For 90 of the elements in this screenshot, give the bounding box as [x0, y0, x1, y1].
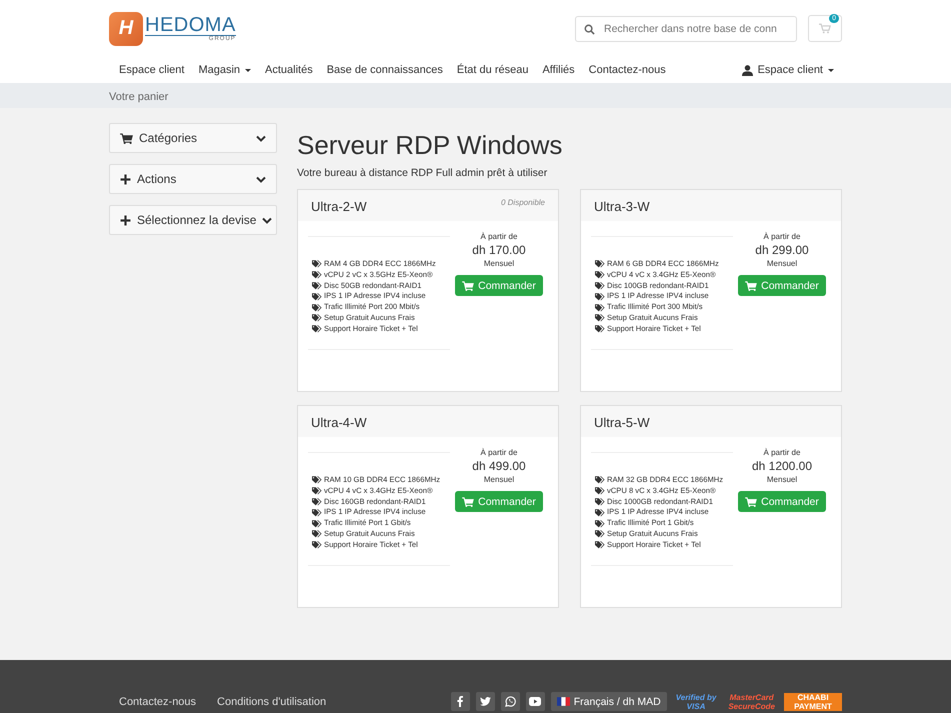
user-icon: [742, 64, 753, 76]
tag-icon: [595, 520, 605, 528]
chevron-down-icon: [256, 176, 266, 182]
tag-icon: [312, 260, 322, 268]
nav-link[interactable]: Affiliés: [536, 64, 583, 76]
payment-logo: MasterCard SecureCode: [727, 692, 776, 710]
plus-icon: [120, 174, 131, 184]
page-title: Serveur RDP Windows: [297, 130, 564, 161]
nav-link[interactable]: État du réseau: [450, 64, 536, 76]
social-button[interactable]: [500, 692, 520, 711]
stock-label: 0 Disponible: [500, 198, 545, 207]
tag-icon: [312, 487, 322, 496]
page-subtitle: Votre bureau à distance RDP Full admin prêt à utiliser: [297, 167, 548, 179]
account-menu[interactable]: Espace client: [732, 64, 842, 76]
cart-icon: [462, 280, 474, 290]
product-name: Ultra-2-W: [311, 199, 367, 214]
tag-icon: [312, 271, 322, 280]
tag-icon: [595, 498, 605, 506]
price-prefix: À partir de: [764, 448, 800, 457]
tag-icon: [312, 292, 322, 301]
tag-icon: [312, 520, 322, 528]
cart-icon: [462, 496, 474, 506]
tag-icon: [595, 325, 605, 334]
social-button[interactable]: [476, 692, 495, 711]
cart-icon: [819, 23, 831, 34]
tag-icon: [312, 541, 322, 550]
tag-icon: [312, 314, 322, 322]
search-field[interactable]: Rechercher dans notre base de conn: [575, 16, 797, 42]
sidebar-panel-header[interactable]: Catégories: [109, 123, 277, 153]
billing-cycle: Mensuel: [484, 475, 514, 484]
price-prefix: À partir de: [764, 232, 800, 241]
facebook-icon: [457, 696, 464, 707]
payment-logo: Verified by VISA: [674, 692, 718, 710]
nav-link[interactable]: Contactez-nous: [582, 64, 674, 76]
tag-icon: [595, 260, 605, 268]
product-name: Ultra-3-W: [594, 199, 650, 214]
chevron-down-icon: [262, 216, 272, 224]
tag-icon: [312, 304, 322, 312]
social-button[interactable]: [526, 692, 545, 711]
youtube-icon: [529, 697, 542, 706]
tag-icon: [312, 530, 322, 538]
whatsapp-icon: [504, 696, 516, 707]
caret-icon: [828, 68, 834, 72]
breadcrumb[interactable]: Votre panier: [109, 90, 168, 102]
cart-icon: [745, 280, 758, 290]
logo-name: HEDOMA: [145, 15, 236, 36]
price-prefix: À partir de: [480, 448, 518, 457]
cart-icon: [745, 496, 758, 506]
language-selector[interactable]: Français / dh MAD: [550, 692, 667, 711]
sidebar-panel-header[interactable]: Sélectionnez la devise: [109, 205, 277, 235]
flag-icon: [556, 697, 570, 706]
price: dh 299.00: [755, 243, 809, 257]
tag-icon: [595, 530, 605, 538]
price: dh 170.00: [472, 243, 526, 257]
product-name: Ultra-4-W: [311, 415, 367, 430]
tag-icon: [595, 282, 605, 290]
price: dh 1200.00: [752, 459, 812, 473]
tag-icon: [595, 314, 605, 322]
tag-icon: [312, 476, 322, 484]
tag-icon: [312, 325, 322, 334]
tag-icon: [312, 498, 322, 506]
sidebar-panel-header[interactable]: Actions: [109, 164, 277, 194]
payment-logo: CHAABI PAYMENT: [784, 692, 842, 710]
tag-icon: [312, 508, 322, 517]
cart-icon: [120, 132, 133, 144]
tag-icon: [595, 476, 605, 484]
tag-icon: [595, 541, 605, 550]
nav-link[interactable]: Base de connaissances: [320, 64, 451, 76]
tag-icon: [595, 292, 605, 301]
billing-cycle: Mensuel: [766, 475, 798, 484]
footer-link[interactable]: Conditions d'utilisation: [217, 696, 326, 708]
billing-cycle: Mensuel: [766, 259, 798, 268]
chevron-down-icon: [256, 134, 266, 142]
nav-link[interactable]: Actualités: [259, 64, 321, 76]
plus-icon: [120, 214, 131, 226]
product-name: Ultra-5-W: [594, 415, 650, 430]
social-button[interactable]: [450, 692, 470, 711]
tag-icon: [595, 304, 605, 312]
tag-icon: [312, 282, 322, 290]
footer-link[interactable]: Contactez-nous: [119, 696, 196, 708]
twitter-icon: [480, 697, 491, 706]
tag-icon: [595, 271, 605, 280]
price-prefix: À partir de: [480, 232, 518, 241]
nav-link[interactable]: Magasin: [192, 64, 260, 76]
price: dh 499.00: [472, 459, 526, 473]
billing-cycle: Mensuel: [484, 259, 514, 268]
tag-icon: [595, 508, 605, 517]
search-icon: [584, 24, 595, 34]
nav-link[interactable]: Espace client: [109, 64, 192, 76]
tag-icon: [595, 487, 605, 496]
